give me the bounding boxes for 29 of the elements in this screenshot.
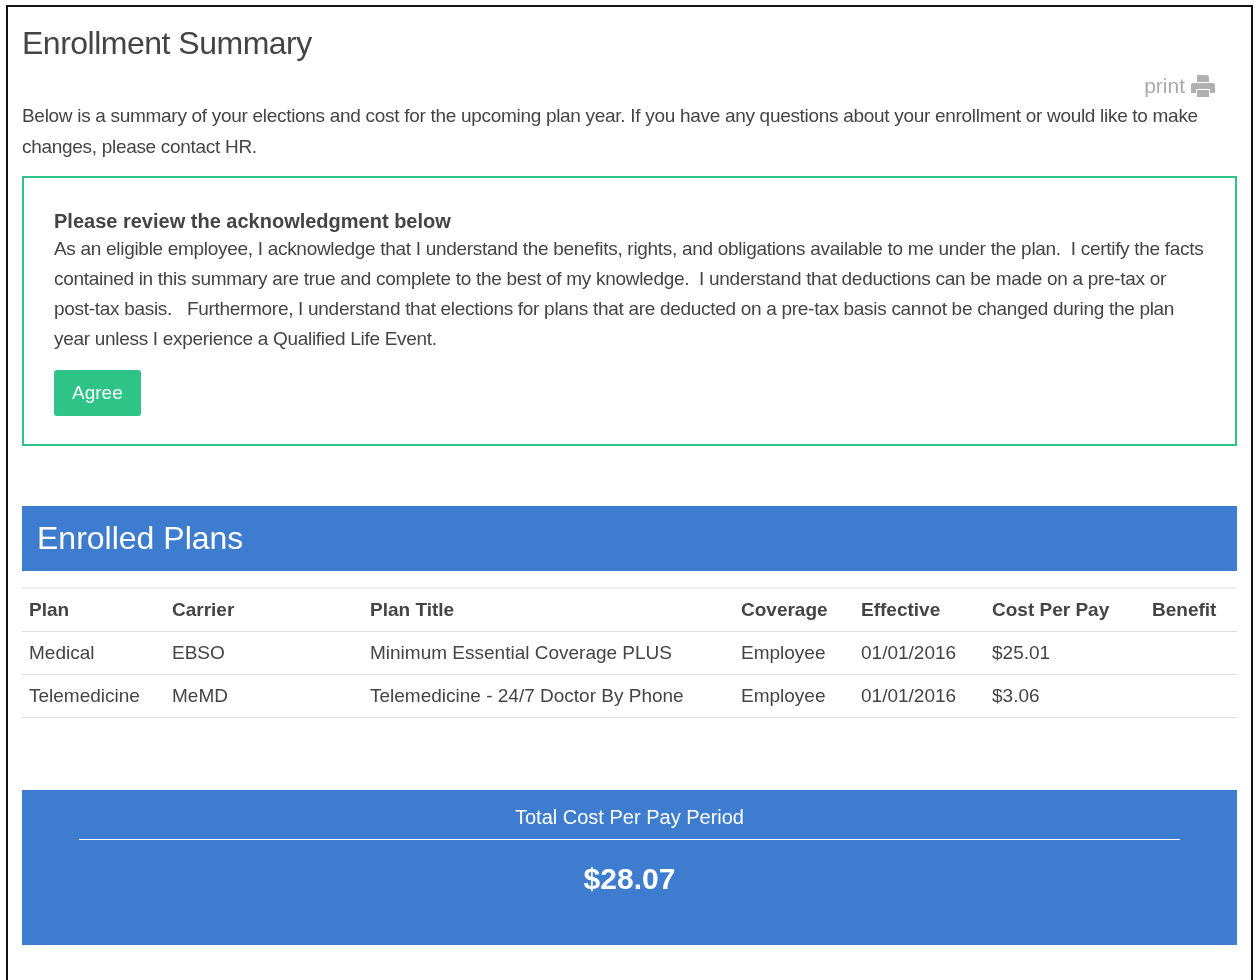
- table-cell: $3.06: [985, 674, 1145, 717]
- table-cell: $25.01: [985, 631, 1145, 674]
- table-cell: Employee: [734, 631, 854, 674]
- total-label: Total Cost Per Pay Period: [79, 789, 1180, 840]
- table-cell: MeMD: [165, 674, 363, 717]
- agree-button[interactable]: Agree: [54, 370, 141, 416]
- column-header: Benefit: [1145, 588, 1237, 631]
- table-cell: Minimum Essential Coverage PLUS: [363, 631, 734, 674]
- acknowledgment-heading: Please review the acknowledgment below: [54, 209, 451, 234]
- table-cell: Telemedicine - 24/7 Doctor By Phone: [363, 674, 734, 717]
- total-amount: $28.07: [583, 860, 676, 896]
- column-header: Plan: [22, 588, 165, 631]
- column-header: Carrier: [165, 588, 363, 631]
- table-cell: 01/01/2016: [854, 631, 985, 674]
- table-cell: 01/01/2016: [854, 674, 985, 717]
- acknowledgment-text: As an eligible employee, I acknowledge that I understand the benefits, rights, and obligations available to me under the plan. I certify the facts contained in this summary are true and complete to the best of my knowledge. I understand that deductions can be made on a pre-tax or post-tax basis. Furthermore, I understand that elections for plans that are deducted on a pre-tax basis cannot be changed during the plan year unless I experience a Qualified Life Event.: [54, 237, 1205, 351]
- printer-icon: [1191, 75, 1215, 97]
- column-header: Coverage: [734, 588, 854, 631]
- print-link[interactable]: print: [1144, 72, 1215, 100]
- column-header: Effective: [854, 588, 985, 631]
- section-title: Enrolled Plans: [37, 520, 244, 557]
- intro-text: Below is a summary of your elections and cost for the upcoming plan year. If you have any questions about your enrollment or would like to make changes, please contact HR.: [22, 104, 1199, 159]
- column-header: Cost Per Pay: [985, 588, 1145, 631]
- table-cell: Telemedicine: [22, 674, 165, 717]
- table-cell: Medical: [22, 631, 165, 674]
- column-header: Plan Title: [363, 588, 734, 631]
- table-cell: Employee: [734, 674, 854, 717]
- page-title: Enrollment Summary: [22, 25, 312, 62]
- table-cell: EBSO: [165, 631, 363, 674]
